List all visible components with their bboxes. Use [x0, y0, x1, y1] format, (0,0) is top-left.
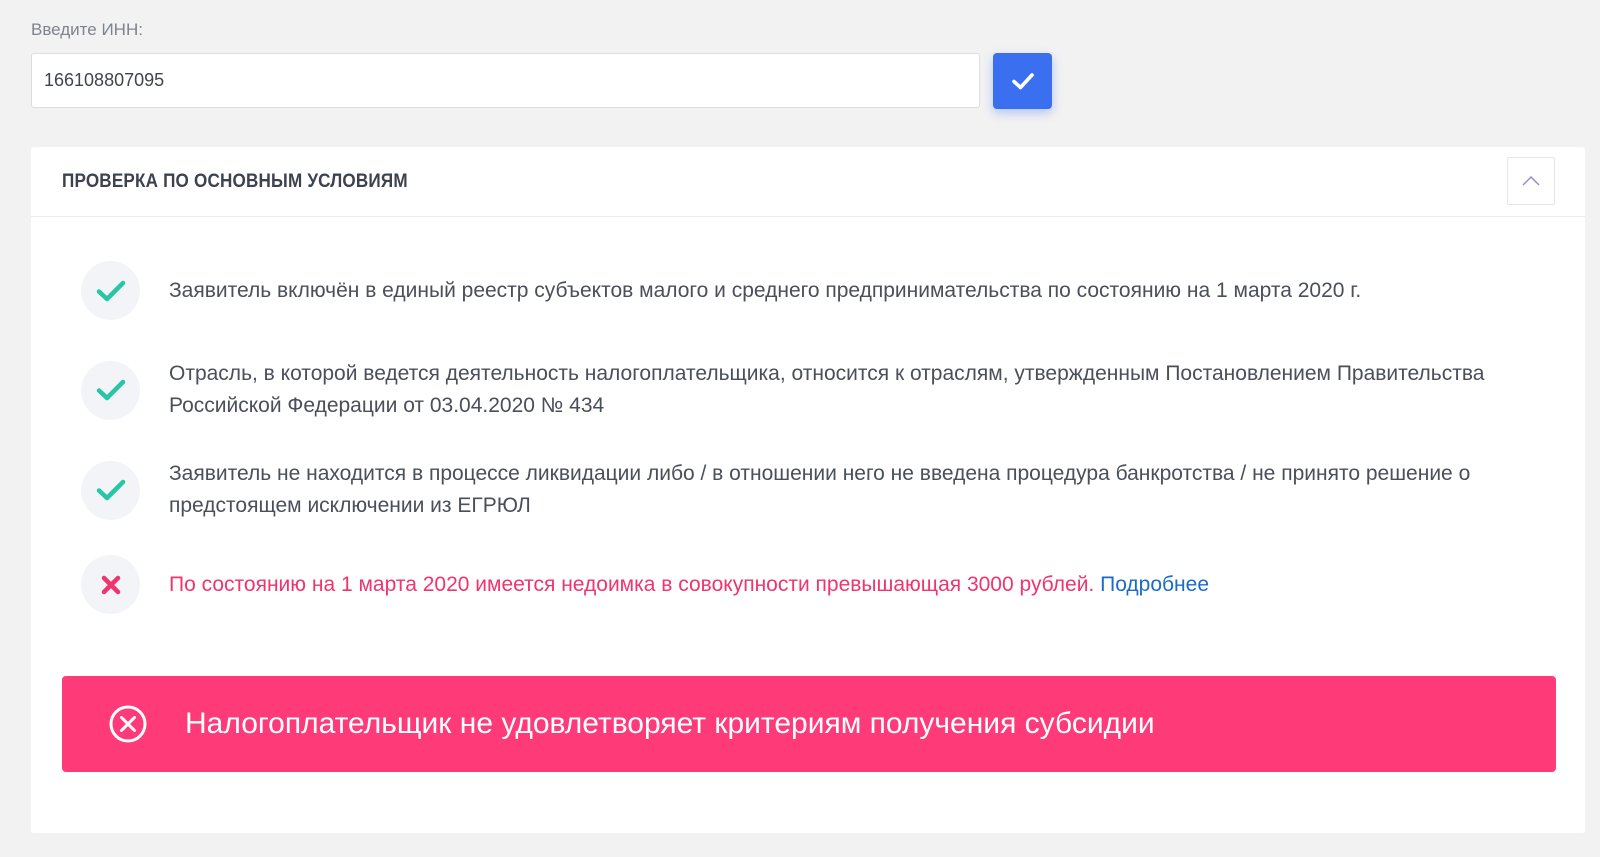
inn-input[interactable] — [31, 53, 980, 108]
condition-text: Заявитель не находится в процессе ликвид… — [169, 462, 1471, 517]
condition-text: Отрасль, в которой ведется деятельность … — [169, 362, 1485, 417]
check-card: ПРОВЕРКА ПО ОСНОВНЫМ УСЛОВИЯМ Заявитель … — [31, 147, 1585, 833]
result-banner: Налогоплательщик не удовлетворяет критер… — [62, 676, 1556, 772]
result-message: Налогоплательщик не удовлетворяет критер… — [185, 707, 1155, 740]
check-card-title: ПРОВЕРКА ПО ОСНОВНЫМ УСЛОВИЯМ — [62, 171, 408, 192]
cross-icon — [101, 575, 120, 594]
circle-x-icon — [108, 704, 148, 744]
check-card-header: ПРОВЕРКА ПО ОСНОВНЫМ УСЛОВИЯМ — [31, 147, 1585, 217]
condition-ok-badge — [81, 360, 140, 420]
collapse-button[interactable] — [1507, 157, 1555, 205]
details-link[interactable]: Подробнее — [1100, 573, 1209, 596]
check-icon — [96, 280, 125, 301]
condition-fail-badge — [81, 555, 140, 614]
check-icon — [1011, 73, 1034, 90]
condition-fail-message: По состоянию на 1 марта 2020 имеется нед… — [169, 572, 1095, 596]
condition-text: Заявитель включён в единый реестр субъек… — [169, 278, 1362, 302]
condition-item: По состоянию на 1 марта 2020 имеется нед… — [81, 555, 1521, 614]
condition-item: Заявитель не находится в процессе ликвид… — [81, 458, 1521, 522]
condition-text-fail: По состоянию на 1 марта 2020 имеется нед… — [169, 569, 1209, 601]
inn-label: Введите ИНН: — [31, 20, 143, 39]
check-icon — [96, 479, 125, 501]
condition-item: Заявитель включён в единый реестр субъек… — [81, 261, 1521, 320]
check-icon — [96, 379, 125, 401]
condition-ok-badge — [81, 460, 140, 520]
condition-ok-badge — [81, 261, 140, 320]
chevron-up-icon — [1522, 175, 1540, 186]
condition-item: Отрасль, в которой ведется деятельность … — [81, 358, 1521, 422]
inn-submit-button[interactable] — [993, 53, 1052, 109]
